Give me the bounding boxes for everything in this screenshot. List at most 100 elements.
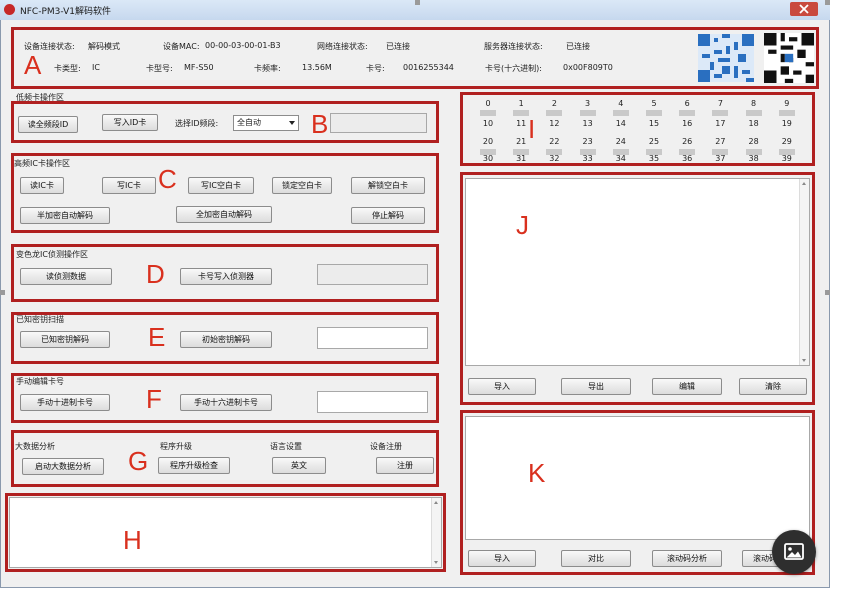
sector-number: 5	[651, 99, 657, 108]
net-status-value: 已连接	[386, 42, 410, 51]
sector-number: 22	[549, 137, 560, 146]
sector-slot[interactable]	[646, 110, 662, 116]
log-textarea[interactable]	[9, 497, 442, 568]
image-icon	[784, 543, 804, 560]
app-logo-icon	[4, 4, 15, 15]
sector-slot[interactable]	[712, 110, 729, 116]
data-textarea[interactable]	[465, 178, 810, 366]
k-rolling-button[interactable]: 滚动码分析	[652, 550, 722, 567]
english-button[interactable]: 英文	[272, 457, 326, 474]
net-status-label: 网络连接状态:	[317, 42, 368, 51]
read-all-id-button[interactable]: 读全频段ID	[18, 116, 78, 133]
sector-slot[interactable]	[712, 149, 729, 155]
initial-key-decode-button[interactable]: 初始密钥解码	[180, 331, 272, 348]
sector-number: 14	[615, 119, 626, 128]
sector-number: 33	[582, 154, 593, 163]
section-e-title: 已知密钥扫描	[16, 315, 64, 324]
freq-band-select[interactable]: 全自动	[233, 115, 299, 131]
freq-band-label: 选择ID频段:	[175, 119, 219, 128]
manual-card-field[interactable]	[317, 391, 428, 413]
sector-slot[interactable]	[579, 110, 596, 116]
resize-handle[interactable]	[0, 290, 5, 295]
read-detect-button[interactable]: 读侦测数据	[20, 268, 112, 285]
write-detect-button[interactable]: 卡号写入侦测器	[180, 268, 272, 285]
sector-slot[interactable]	[612, 110, 629, 116]
sector-slot[interactable]	[513, 149, 530, 155]
resize-handle[interactable]	[825, 0, 830, 5]
sector-slot[interactable]	[546, 149, 563, 155]
annotation-b: B	[311, 109, 329, 139]
device-conn-value: 解码模式	[88, 42, 120, 51]
qr-code-icon	[764, 33, 814, 83]
sector-number: 0	[485, 99, 491, 108]
register-button[interactable]: 注册	[376, 457, 434, 474]
start-bigdata-button[interactable]: 启动大数据分析	[22, 458, 104, 475]
freq-label: 卡频率:	[254, 64, 281, 73]
manual-hex-button[interactable]: 手动十六进制卡号	[180, 394, 272, 411]
write-ic-blank-button[interactable]: 写IC空白卡	[188, 177, 254, 194]
sector-slot[interactable]	[646, 149, 662, 155]
window-title: NFC-PM3-V1解码软件	[20, 7, 111, 17]
read-ic-button[interactable]: 读IC卡	[20, 177, 64, 194]
j-edit-button[interactable]: 编辑	[652, 378, 722, 395]
image-viewer-button[interactable]	[772, 530, 816, 574]
sector-slot[interactable]	[778, 149, 795, 155]
sector-slot[interactable]	[579, 149, 596, 155]
sector-number: 7	[717, 99, 723, 108]
sector-number: 28	[748, 137, 759, 146]
sector-slot[interactable]	[546, 110, 563, 116]
sector-number: 31	[516, 154, 527, 163]
resize-handle[interactable]	[415, 0, 420, 5]
sector-number: 20	[482, 137, 494, 146]
sector-number: 39	[781, 154, 792, 163]
write-id-button[interactable]: 写入ID卡	[102, 114, 158, 131]
close-button[interactable]	[790, 2, 818, 16]
k-import-button[interactable]: 导入	[468, 550, 536, 567]
id-result-field	[330, 113, 427, 133]
j-import-button[interactable]: 导入	[468, 378, 536, 395]
sector-slot[interactable]	[679, 110, 696, 116]
sector-number: 15	[648, 119, 660, 128]
sector-number: 17	[715, 119, 726, 128]
half-auto-decode-button[interactable]: 半加密自动解码	[20, 207, 110, 224]
qr-code-icon	[698, 34, 754, 82]
annotation-h: H	[123, 525, 142, 555]
sector-slot[interactable]	[480, 149, 496, 155]
sector-number: 12	[549, 119, 560, 128]
manual-decimal-button[interactable]: 手动十进制卡号	[20, 394, 110, 411]
write-ic-button[interactable]: 写IC卡	[102, 177, 156, 194]
resize-handle[interactable]	[825, 290, 830, 295]
stop-decode-button[interactable]: 停止解码	[351, 207, 425, 224]
annotation-k: K	[528, 458, 546, 488]
annotation-d: D	[146, 259, 165, 289]
sector-number: 32	[549, 154, 560, 163]
detect-result-field	[317, 264, 428, 285]
sector-number: 2	[551, 99, 557, 108]
k-compare-button[interactable]: 对比	[561, 550, 631, 567]
sector-slot[interactable]	[679, 149, 696, 155]
sector-number: 6	[684, 99, 690, 108]
j-clear-button[interactable]: 清除	[739, 378, 807, 395]
j-export-button[interactable]: 导出	[561, 378, 631, 395]
annotation-e: E	[148, 322, 166, 352]
sector-slot[interactable]	[480, 110, 496, 116]
sector-number: 26	[682, 137, 693, 146]
sector-slot[interactable]	[745, 110, 762, 116]
sector-slot[interactable]	[612, 149, 629, 155]
card-model-value: MF-S50	[184, 63, 214, 72]
full-auto-decode-button[interactable]: 全加密自动解码	[176, 206, 272, 223]
log-scrollbar[interactable]	[431, 498, 441, 567]
unlock-blank-button[interactable]: 解锁空白卡	[351, 177, 425, 194]
data-scrollbar[interactable]	[799, 179, 809, 365]
known-key-decode-button[interactable]: 已知密钥解码	[20, 331, 110, 348]
annotation-c: C	[158, 164, 177, 194]
sector-slot[interactable]	[513, 110, 530, 116]
check-upgrade-button[interactable]: 程序升级检查	[158, 457, 230, 474]
sector-slot[interactable]	[745, 149, 762, 155]
server-status-label: 服务器连接状态:	[484, 42, 543, 51]
annotation-a: A	[24, 50, 42, 80]
rolling-textarea[interactable]	[465, 416, 810, 540]
known-key-field[interactable]	[317, 327, 428, 349]
lock-blank-button[interactable]: 锁定空白卡	[272, 177, 332, 194]
sector-slot[interactable]	[778, 110, 795, 116]
